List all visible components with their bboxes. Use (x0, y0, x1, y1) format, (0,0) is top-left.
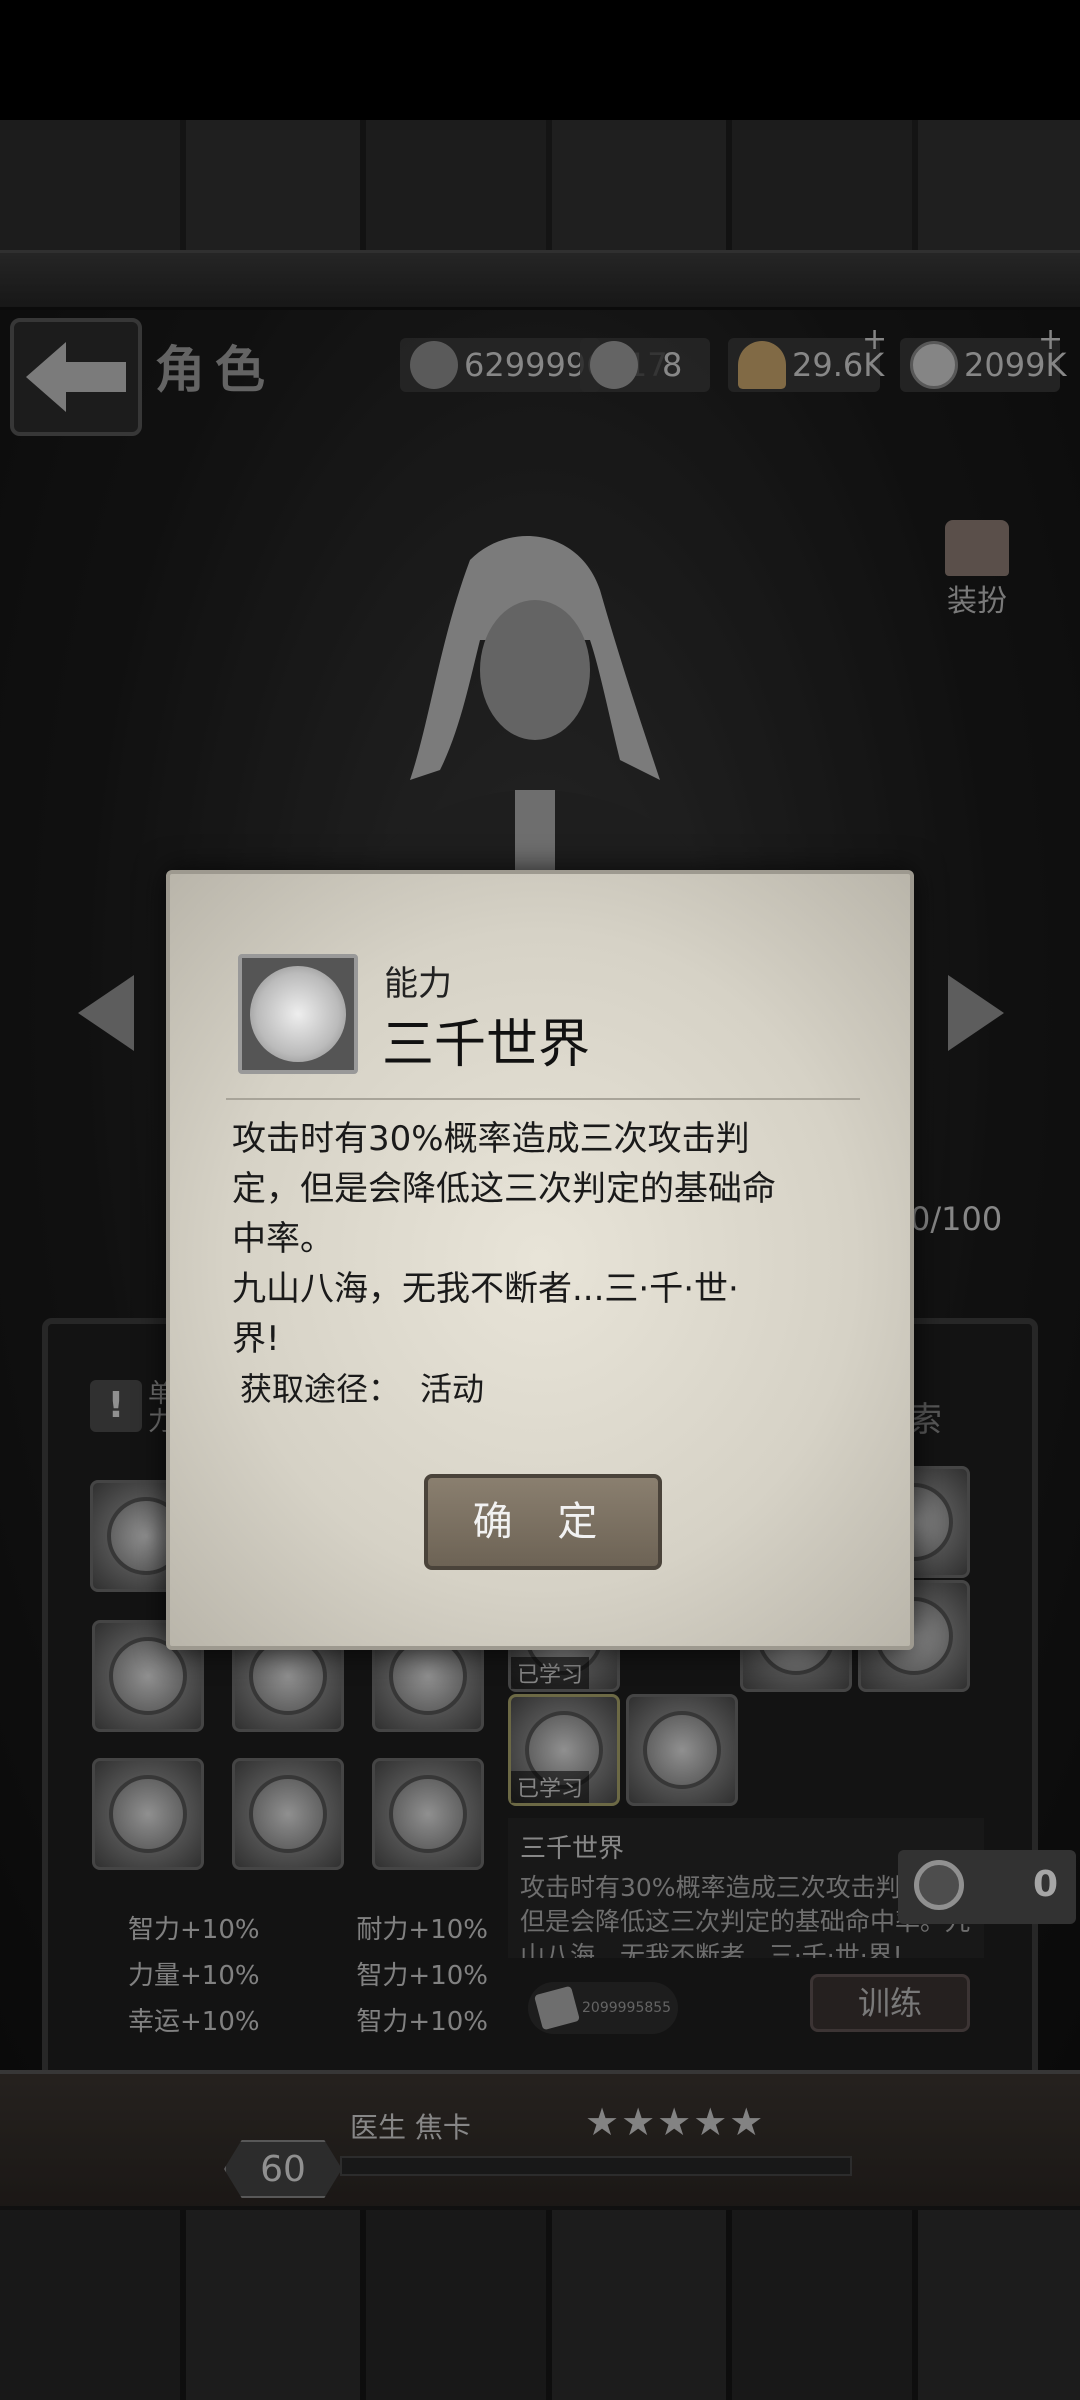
skill-description: 攻击时有30%概率造成三次攻击判 定，但是会降低这三次判定的基础命 中率。 九山… (232, 1114, 872, 1364)
three-worlds-icon (250, 966, 346, 1062)
description-line: 九山八海，无我不断者...三·千·世· (232, 1269, 739, 1309)
confirm-button[interactable]: 确 定 (424, 1474, 662, 1570)
skill-icon-frame (238, 954, 358, 1074)
divider (226, 1098, 860, 1100)
description-line: 攻击时有30%概率造成三次攻击判 (232, 1119, 750, 1159)
description-line: 中率。 (232, 1219, 334, 1259)
skill-detail-dialog: 能力 三千世界 攻击时有30%概率造成三次攻击判 定，但是会降低这三次判定的基础… (166, 870, 914, 1650)
description-line: 定，但是会降低这三次判定的基础命 (232, 1169, 776, 1209)
skill-category: 能力 (384, 964, 452, 1004)
acquisition-source: 获取途径： 活动 (240, 1364, 484, 1410)
skill-title: 三千世界 (382, 1015, 591, 1075)
source-label: 获取途径： (240, 1370, 401, 1408)
description-line: 界! (232, 1319, 280, 1359)
source-value: 活动 (420, 1370, 485, 1408)
